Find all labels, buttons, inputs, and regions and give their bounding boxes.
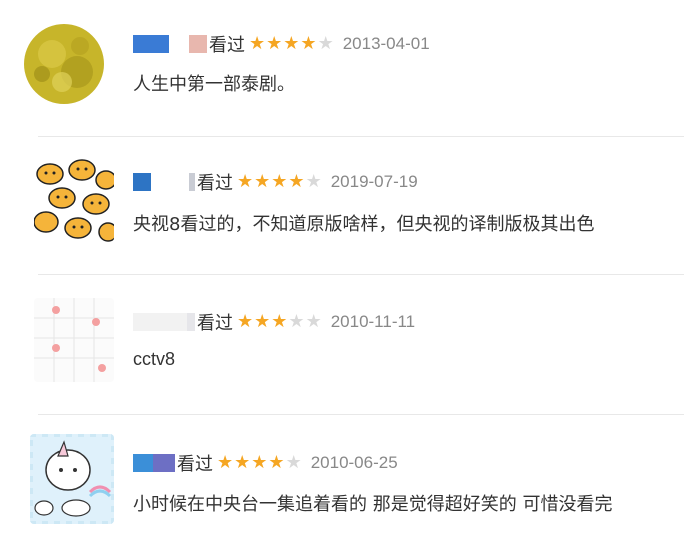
username-link[interactable] [133,454,175,472]
star-filled-icon: ★ [249,33,266,54]
review-content: 人生中第一部泰剧。 [133,74,295,95]
watch-status: 看过 [177,454,213,475]
star-filled-icon: ★ [251,452,268,473]
user-avatar[interactable] [34,158,114,242]
username-segment [153,454,175,472]
rating-stars: ★ ★ ★ ★ ★ [217,454,303,472]
username-segment [187,313,195,331]
review-meta: 看过 ★ ★ ★ ★ ★ 2010-06-25 [133,452,398,475]
star-filled-icon: ★ [271,311,288,332]
review-date: 2010-11-11 [330,312,416,331]
avatar-image [30,434,114,524]
divider [38,136,684,137]
review-date: 2013-04-01 [342,34,430,53]
watch-status: 看过 [197,173,233,194]
divider [38,274,684,275]
star-empty-icon: ★ [305,171,322,192]
star-empty-icon: ★ [285,452,302,473]
username-segment [133,173,151,191]
rating-stars: ★ ★ ★ ★ ★ [237,173,323,191]
review-meta: 看过 ★ ★ ★ ★ ★ 2013-04-01 [133,33,430,56]
username-segment [133,313,187,331]
avatar-image [22,22,106,106]
star-filled-icon: ★ [217,452,234,473]
review-item: 看过 ★ ★ ★ ★ ★ 2010-06-25 小时候在中央台一集追着看的 那是觉得超好… [0,416,684,554]
review-content: 央视8看过的，不知道原版啥样，但央视的译制版极其出色 [133,214,595,235]
watch-status: 看过 [197,313,233,334]
star-filled-icon: ★ [234,452,251,473]
review-item: 看过 ★ ★ ★ ★ ★ 2019-07-19 央视8看过的，不知道原版啥样，但央视的译… [0,138,684,276]
star-filled-icon: ★ [254,311,271,332]
star-filled-icon: ★ [283,33,300,54]
watch-status: 看过 [209,35,245,56]
avatar-image [34,298,114,382]
user-avatar[interactable] [34,298,114,382]
username-segment [133,35,169,53]
star-filled-icon: ★ [288,171,305,192]
username-segment [133,454,153,472]
divider [38,414,684,415]
star-filled-icon: ★ [271,171,288,192]
review-date: 2010-06-25 [310,453,398,472]
username-link[interactable] [133,313,195,331]
review-item: 看过 ★ ★ ★ ★ ★ 2010-11-11 cctv8 [0,276,684,414]
rating-stars: ★ ★ ★ ★ ★ [237,313,323,331]
avatar-image [34,158,114,242]
review-date: 2019-07-19 [330,172,418,191]
star-filled-icon: ★ [266,33,283,54]
username-link[interactable] [133,35,207,53]
star-empty-icon: ★ [305,311,322,332]
review-meta: 看过 ★ ★ ★ ★ ★ 2010-11-11 [133,311,416,334]
star-empty-icon: ★ [288,311,305,332]
username-segment [189,35,207,53]
star-filled-icon: ★ [237,171,254,192]
star-filled-icon: ★ [237,311,254,332]
star-filled-icon: ★ [268,452,285,473]
user-avatar[interactable] [22,22,106,106]
review-content: cctv8 [133,349,176,369]
star-empty-icon: ★ [317,33,334,54]
review-meta: 看过 ★ ★ ★ ★ ★ 2019-07-19 [133,171,418,194]
review-content: 小时候在中央台一集追着看的 那是觉得超好笑的 可惜没看完 [133,494,613,515]
star-filled-icon: ★ [254,171,271,192]
username-link[interactable] [133,173,195,191]
review-item: 看过 ★ ★ ★ ★ ★ 2013-04-01 人生中第一部泰剧。 [0,0,684,138]
star-filled-icon: ★ [300,33,317,54]
username-segment [189,173,195,191]
rating-stars: ★ ★ ★ ★ ★ [249,35,335,53]
user-avatar[interactable] [30,434,114,524]
